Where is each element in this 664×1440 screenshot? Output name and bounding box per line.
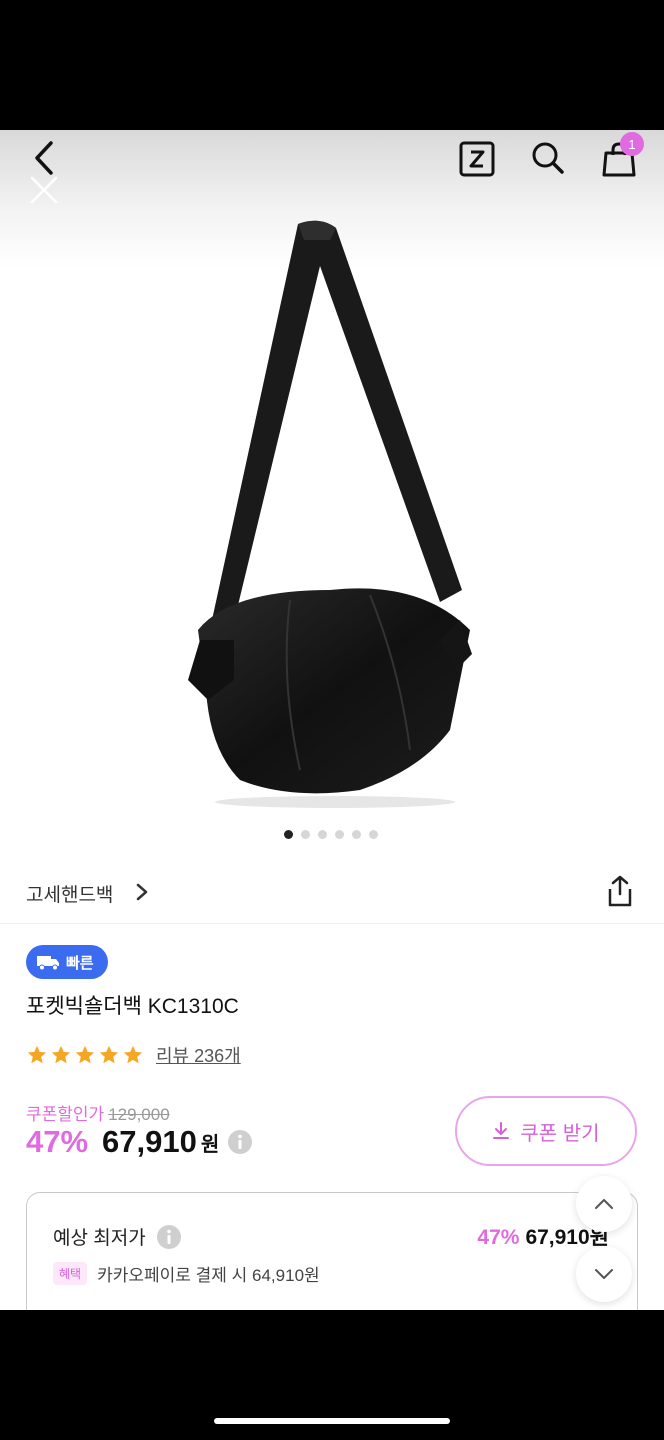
pagination-dot[interactable] [318,830,327,839]
info-icon[interactable] [227,1129,253,1155]
badge-label: 빠른 [66,954,94,972]
price-row: 47% 67,910 원 [26,1124,253,1160]
zigzag-logo-icon[interactable] [458,140,496,178]
share-icon[interactable] [604,874,636,908]
review-count-link[interactable]: 리뷰 236개 [156,1042,241,1068]
benefit-row: 혜택 카카오페이로 결제 시 64,910원 [53,1261,320,1286]
store-row[interactable]: 고세핸드백 [0,860,664,924]
star-icon [51,1045,71,1064]
chevron-up-icon [595,1199,613,1209]
truck-icon [37,956,59,971]
fast-delivery-badge: 빠른 [26,945,108,979]
benefit-text: 카카오페이로 결제 시 64,910원 [97,1266,320,1285]
lowest-price-title-row: 예상 최저가 [53,1223,182,1250]
product-image [188,220,472,808]
get-coupon-label: 쿠폰 받기 [520,1122,600,1145]
star-icon [75,1045,95,1064]
pagination-dot[interactable] [335,830,344,839]
search-icon[interactable] [528,138,568,178]
get-coupon-button[interactable]: 쿠폰 받기 [455,1096,637,1166]
home-indicator[interactable] [214,1418,450,1424]
pagination-dot[interactable] [301,830,310,839]
currency-unit: 원 [200,1133,220,1156]
pagination-dot[interactable] [369,830,378,839]
download-icon [493,1122,510,1139]
lowest-price-title: 예상 최저가 [53,1228,146,1249]
rating-row: 리뷰 236개 [26,1042,241,1068]
benefit-tag: 혜택 [53,1262,88,1285]
star-icon [123,1045,143,1064]
scroll-up-button[interactable] [576,1176,632,1232]
pagination-dot[interactable] [352,830,361,839]
discount-percent: 47% [26,1124,89,1159]
star-icon [99,1045,119,1064]
coupon-price-label: 쿠폰할인가 [26,1105,105,1124]
coupon-price-label-row: 쿠폰할인가 129,000 [26,1100,170,1125]
info-icon[interactable] [156,1224,182,1250]
expected-lowest-price-box[interactable]: 예상 최저가 47% 67,910원 혜택 카카오페이로 결제 시 64,910… [26,1192,638,1310]
product-image-gallery[interactable] [0,130,664,850]
chevron-down-icon [595,1269,613,1279]
sale-price: 67,910 [102,1124,197,1159]
star-icon [27,1045,47,1064]
store-name[interactable]: 고세핸드백 [26,880,113,907]
original-price: 129,000 [108,1105,170,1124]
top-navigation: 1 [0,130,664,204]
pagination-dot[interactable] [284,830,293,839]
scroll-down-button[interactable] [576,1246,632,1302]
status-bar-area [0,0,664,130]
product-title: 포켓빅숄더백 KC1310C [26,995,239,1018]
cart-count-badge: 1 [620,132,644,156]
product-detail-screen: 1 고세핸드백 빠른 포켓빅숄더백 KC1310C 리뷰 236개 쿠폰할인가 … [0,130,664,1310]
close-icon[interactable] [24,170,64,210]
chevron-right-icon [136,883,148,901]
lowest-discount-percent: 47% [477,1226,520,1249]
gallery-pagination [284,830,378,839]
